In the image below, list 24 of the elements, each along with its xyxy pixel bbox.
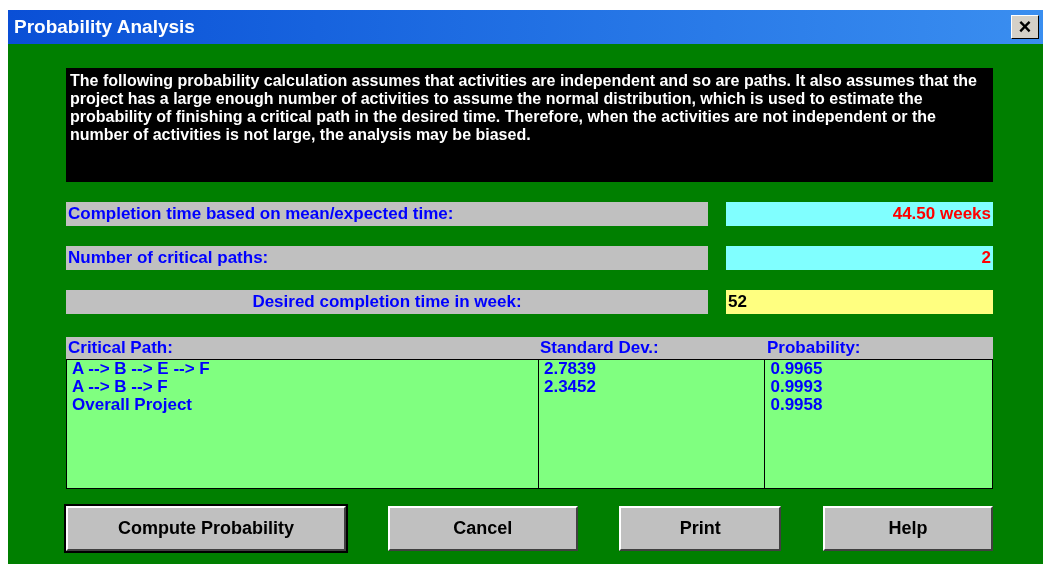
column-header: Probability: (767, 337, 861, 360)
dialog-button[interactable]: Help (822, 506, 993, 551)
close-button[interactable]: × (1011, 15, 1039, 39)
dialog-button[interactable]: Print (619, 506, 782, 551)
table-cell-text: A --> B --> E --> F (72, 360, 211, 378)
label-text: Completion time based on mean/expected time: (68, 203, 454, 226)
label-text: Number of critical paths: (68, 247, 269, 270)
table-cell-text: Overall Project (72, 396, 193, 414)
column-header: Critical Path: (68, 337, 173, 360)
table-cell-text: 0.9965 (770, 360, 824, 378)
input-field[interactable]: 52 (726, 290, 993, 314)
dialog-button[interactable]: Cancel (387, 506, 578, 551)
column-header: Standard Dev.: (540, 337, 659, 360)
label-text: Desired completion time in week: (252, 291, 522, 314)
table-cell-text: A --> B --> F (72, 378, 169, 396)
output-field: 2 (726, 246, 993, 270)
table-cell-text: 2.7839 (543, 360, 597, 378)
window-title: Probability Analysis (14, 14, 195, 39)
table-cell-text: 2.3452 (543, 378, 597, 396)
dialog-button[interactable]: Compute Probability (66, 506, 346, 551)
table-cell-text: 0.9958 (770, 396, 824, 414)
notice-text: The following probability calculation assumes that activities are independent and so are paths. It also assumes that the project has a large enough number of activities to assume the normal distribution, which is used to estimate the probability of finishing a critical path in the desired time. Therefore, when the activities are not independent or the number of activities is not large, the analysis may be biased. (70, 72, 978, 144)
table-cell-text: 0.9993 (770, 378, 824, 396)
output-field: 44.50 weeks (726, 202, 993, 226)
